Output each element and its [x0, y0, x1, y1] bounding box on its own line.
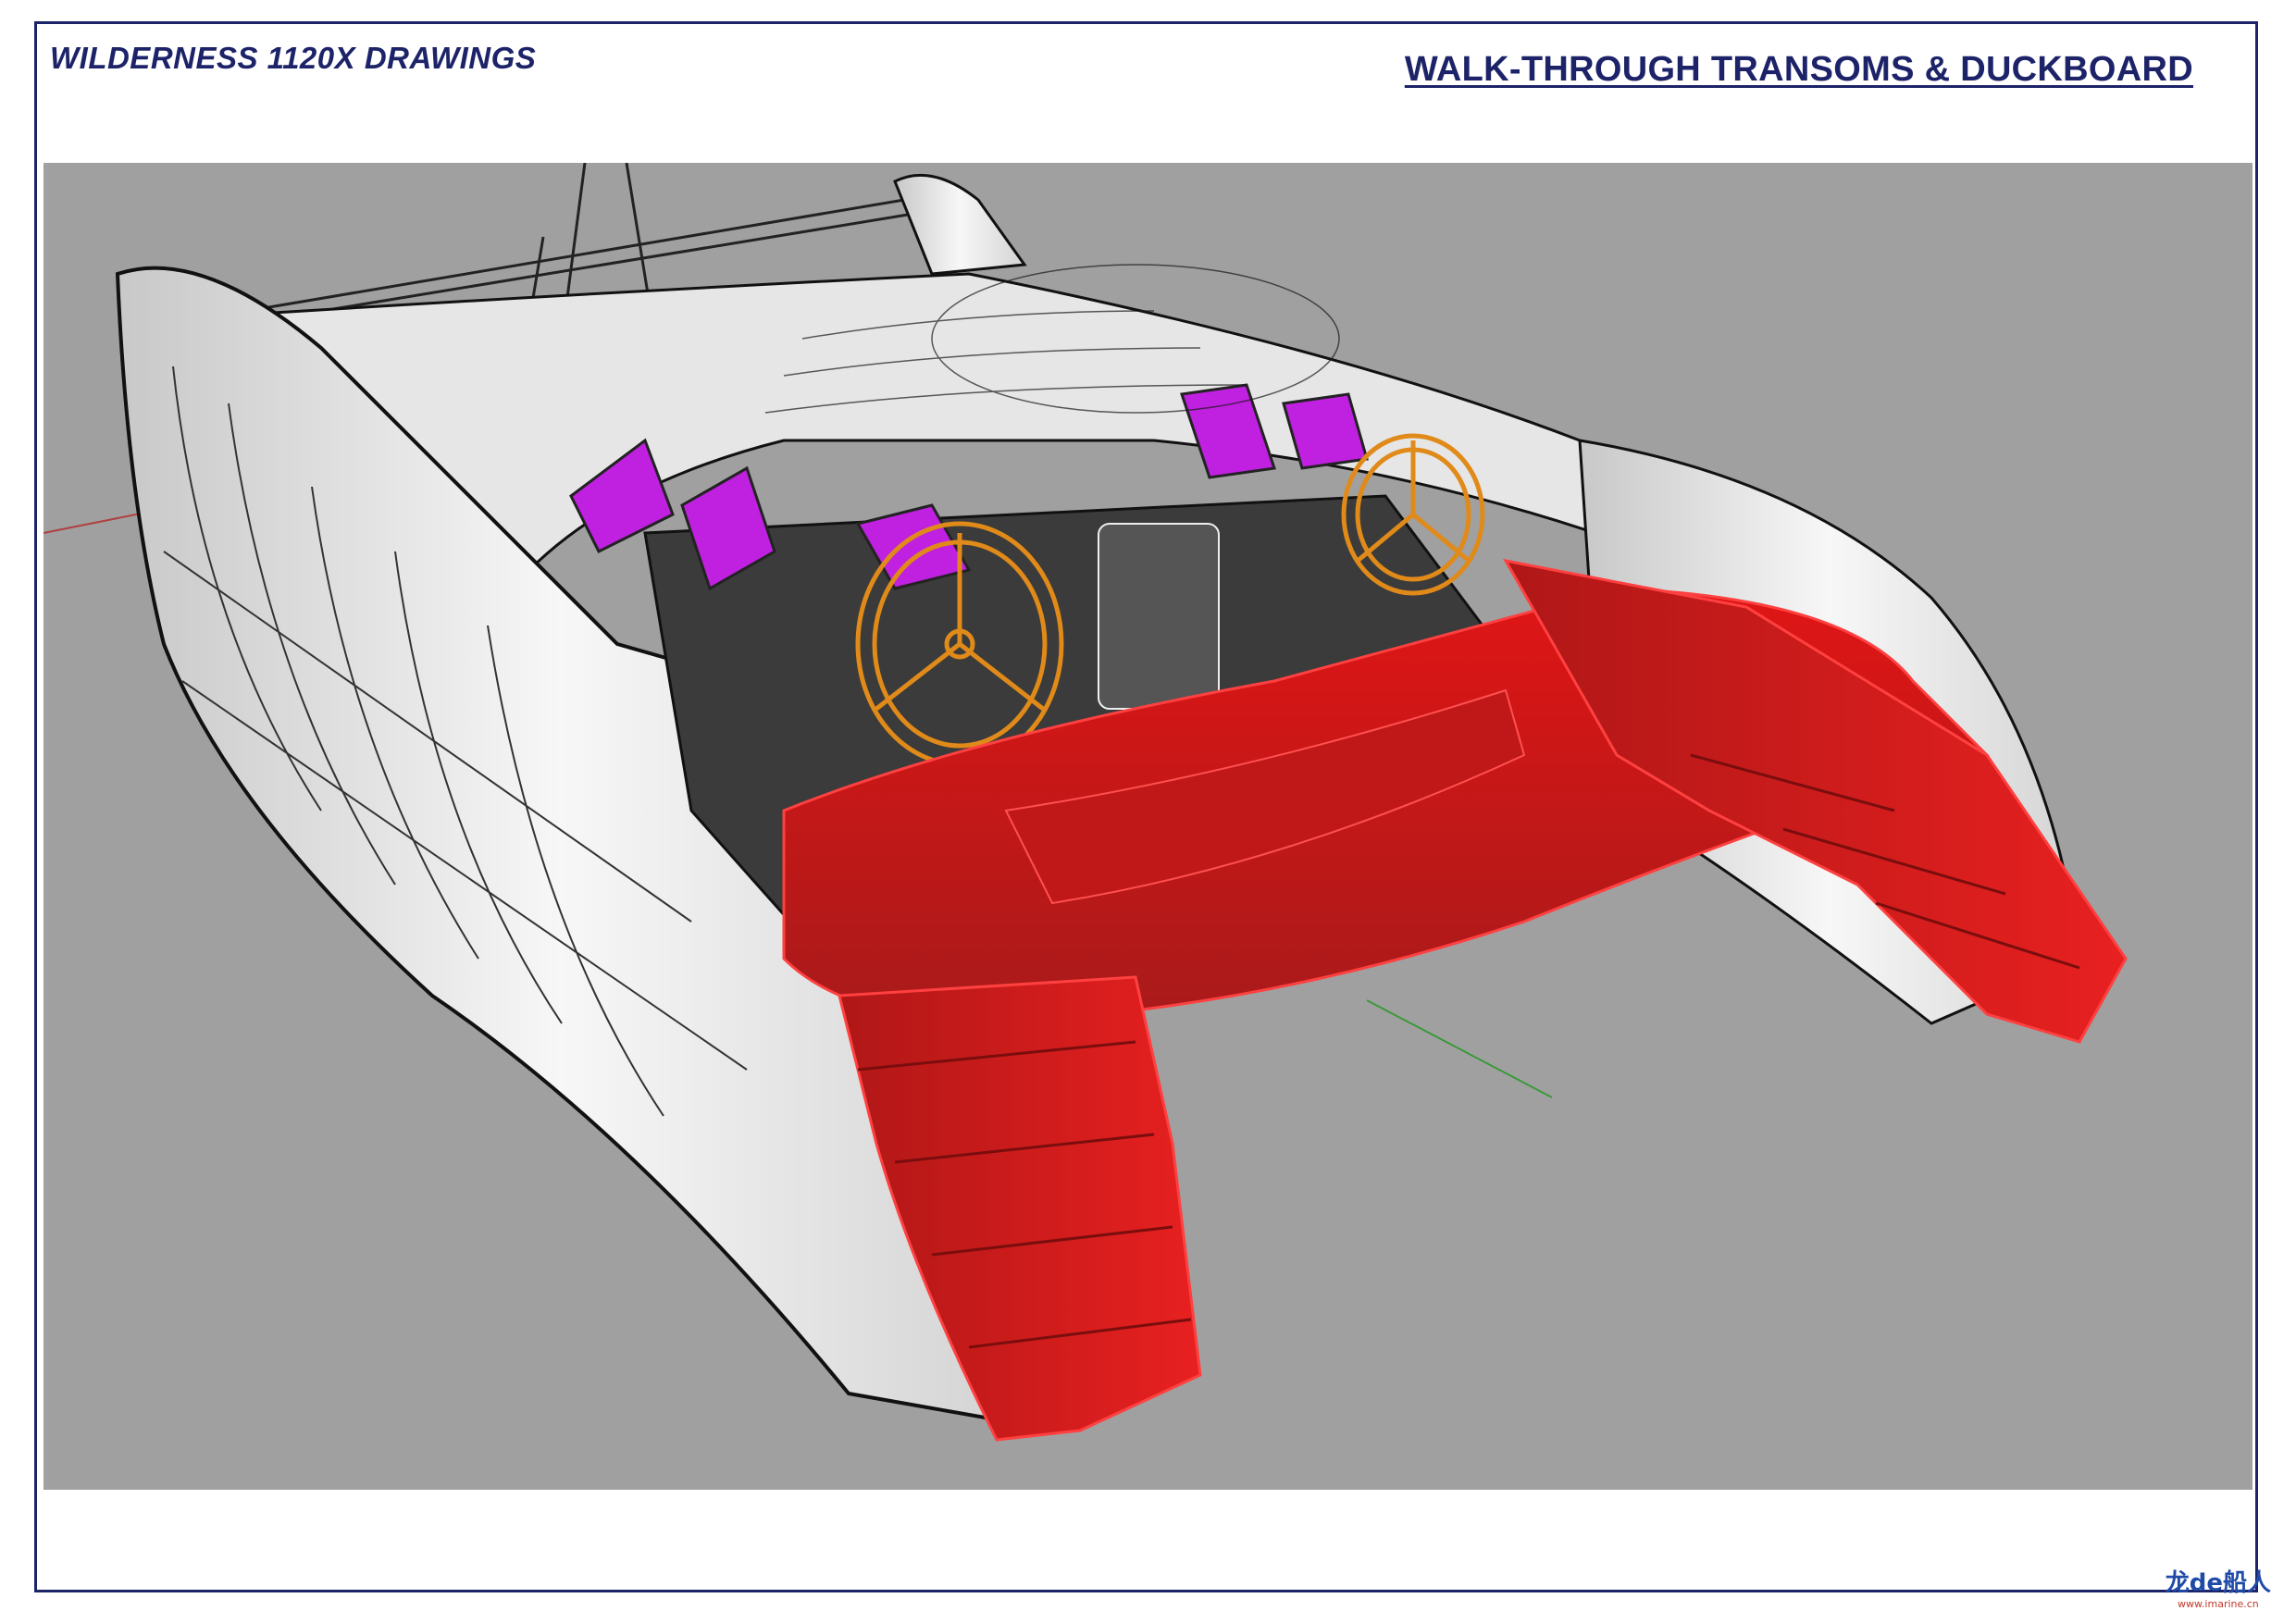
watermark-logo: 龙de船人 www.imarine.cn	[2165, 1569, 2271, 1610]
sheet-title: WALK-THROUGH TRANSOMS & DUCKBOARD	[1404, 50, 2193, 89]
y-axis-line	[1366, 999, 1553, 1098]
catamaran-rendering	[43, 163, 2128, 1442]
port-bow-tip	[893, 173, 1027, 276]
cockpit-door	[1098, 523, 1220, 710]
document-title: WILDERNESS 1120X DRAWINGS	[50, 41, 537, 75]
render-viewport[interactable]	[43, 163, 2253, 1490]
